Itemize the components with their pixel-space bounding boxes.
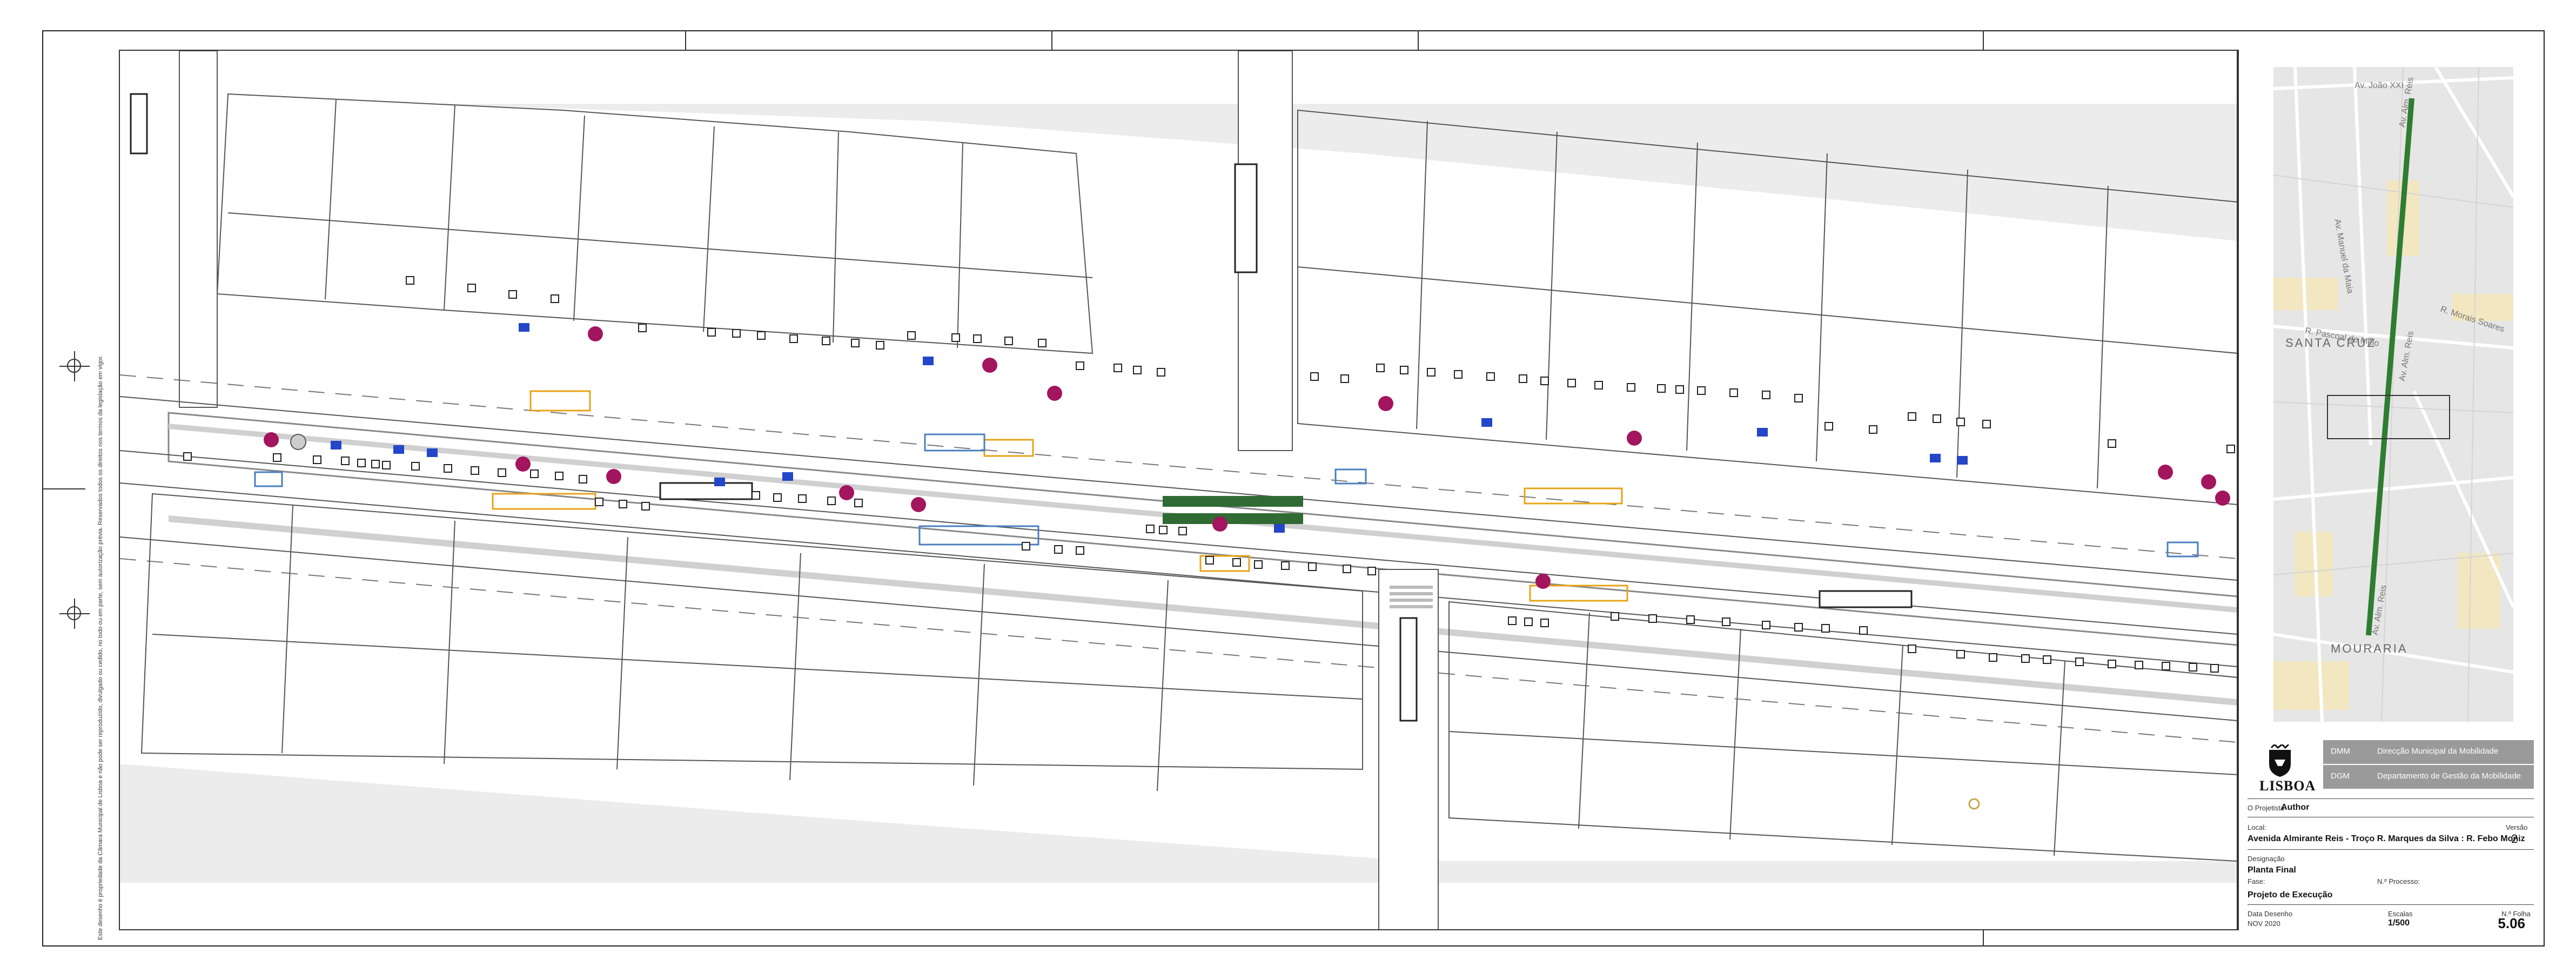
plan-drawing: [119, 50, 2238, 930]
border-tick: [1983, 930, 1984, 947]
author-label: O Projetista: [2248, 804, 2284, 812]
registration-mark-icon: [59, 599, 90, 629]
local-value: Avenida Almirante Reis - Troço R. Marque…: [2248, 834, 2525, 843]
phase-label: Fase:: [2248, 877, 2265, 885]
version-value: 2: [2511, 832, 2518, 845]
border-tick: [1983, 30, 1984, 50]
median-green-bottom: [1163, 513, 1303, 524]
logo-text: LISBOA: [2259, 778, 2316, 794]
department-row-dmm: DMM Direcção Municipal da Mobilidade: [2323, 740, 2534, 764]
department-row-dgm: DGM Departamento de Gestão da Mobilidade: [2323, 765, 2534, 789]
location-map-drawing: [2273, 67, 2513, 722]
date-value: NOV 2020: [2248, 919, 2280, 928]
median-green-top: [1163, 496, 1303, 507]
date-label: Data Desenho: [2248, 910, 2293, 918]
map-district-santa-cruz: SANTA CRUZ: [2285, 336, 2376, 350]
street-name-labels: [130, 93, 1913, 722]
version-label: Versão: [2506, 823, 2528, 831]
manhole-icon: [290, 434, 306, 450]
tree-marker-icon: [1968, 798, 1980, 810]
designation-value: Planta Final: [2248, 865, 2296, 875]
title-block: LISBOA DMM Direcção Municipal da Mobilid…: [2248, 739, 2534, 931]
scale-value: 1/500: [2388, 918, 2410, 928]
department-code: DMM: [2331, 747, 2350, 756]
scale-label: Escalas: [2388, 910, 2413, 918]
border-tick: [1051, 30, 1052, 50]
department-name: Direcção Municipal da Mobilidade: [2377, 747, 2499, 756]
department-name: Departamento de Gestão da Mobilidade: [2377, 771, 2521, 781]
local-label: Local:: [2248, 823, 2266, 831]
designation-label: Designação: [2248, 855, 2285, 863]
copyright-note: Este desenho é propriedade da Câmara Mun…: [97, 355, 104, 940]
department-code: DGM: [2331, 771, 2350, 781]
fold-mark: [42, 488, 85, 489]
lisboa-logo: LISBOA: [2248, 739, 2318, 796]
phase-value: Projeto de Execução: [2248, 890, 2333, 900]
lisboa-crest-icon: [2269, 744, 2291, 777]
street-plan: [120, 51, 2237, 929]
map-district-mouraria: MOURARIA: [2331, 642, 2408, 655]
map-label-joao-xxi: Av. João XXI: [2354, 81, 2404, 90]
border-tick: [1418, 30, 1419, 50]
registration-mark-icon: [59, 351, 90, 381]
border-tick: [685, 30, 686, 50]
hatch-area-bottom: [120, 764, 2237, 883]
sheet-number: 5.06: [2498, 915, 2525, 931]
author-value: Author: [2281, 803, 2310, 812]
process-label: N.º Processo:: [2377, 877, 2420, 885]
location-map: Av. João XXI Av. Alm. Reis Av. Manuel da…: [2273, 67, 2513, 722]
